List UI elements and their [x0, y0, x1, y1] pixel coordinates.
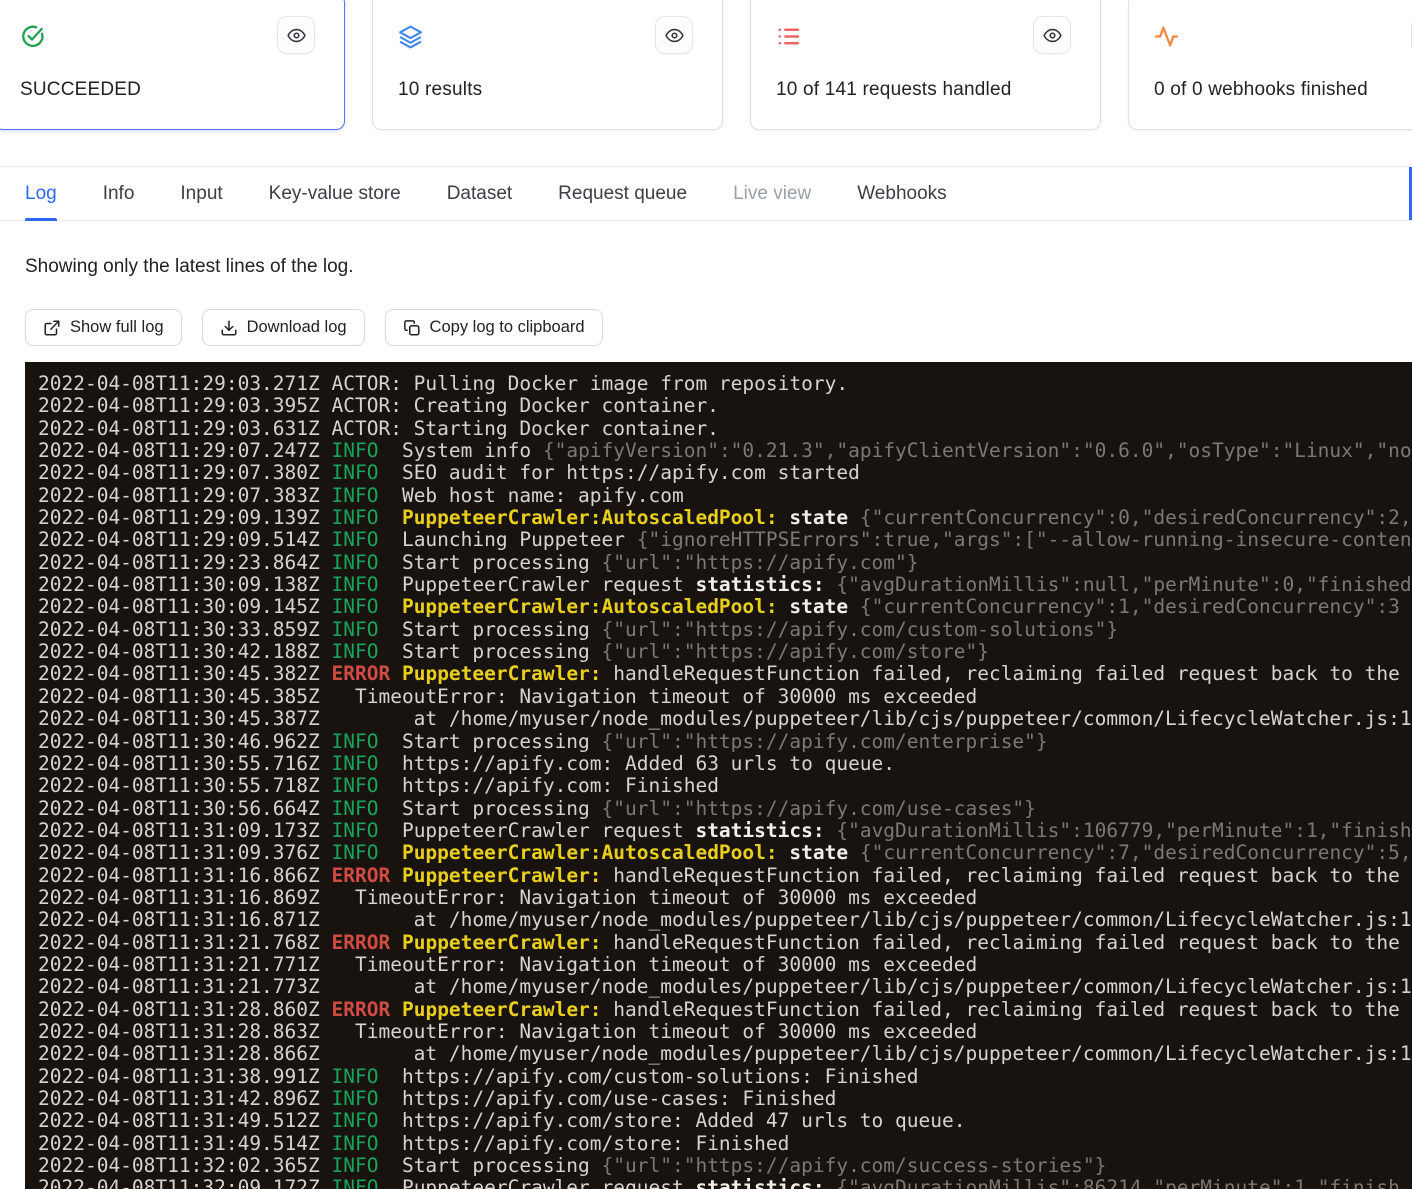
log-line: 2022-04-08T11:32:02.365Z INFO Start proc… — [38, 1155, 1412, 1177]
log-actions: Show full log Download log Copy log to cli… — [25, 309, 603, 346]
log-line: 2022-04-08T11:30:55.718Z INFO https://ap… — [38, 775, 1412, 797]
log-line: 2022-04-08T11:29:03.271Z ACTOR: Pulling … — [38, 373, 1412, 395]
tab-label: Live view — [733, 183, 811, 205]
log-line: 2022-04-08T11:30:55.716Z INFO https://ap… — [38, 753, 1412, 775]
tab-request-queue[interactable]: Request queue — [558, 167, 687, 220]
log-line: 2022-04-08T11:31:28.860Z ERROR Puppeteer… — [38, 999, 1412, 1021]
eye-icon — [1042, 25, 1063, 46]
show-full-log-button[interactable]: Show full log — [25, 309, 182, 346]
eye-button[interactable] — [655, 16, 693, 54]
eye-icon — [664, 25, 685, 46]
list-icon — [776, 24, 801, 49]
status-cards: SUCCEEDED 10 results 10 of 141 requests ha… — [0, 0, 1412, 130]
eye-button[interactable] — [1033, 16, 1071, 54]
log-line: 2022-04-08T11:31:16.869Z TimeoutError: N… — [38, 887, 1412, 909]
layers-icon — [398, 24, 423, 49]
tab-label: Input — [180, 183, 222, 205]
tab-log[interactable]: Log — [25, 167, 57, 220]
log-line: 2022-04-08T11:29:03.395Z ACTOR: Creating… — [38, 395, 1412, 417]
tab-key-value-store[interactable]: Key-value store — [269, 167, 401, 220]
log-line: 2022-04-08T11:29:09.514Z INFO Launching … — [38, 529, 1412, 551]
status-card-10-of-141-requests-handled[interactable]: 10 of 141 requests handled — [750, 0, 1101, 130]
copy-icon — [403, 319, 421, 337]
log-line: 2022-04-08T11:31:28.866Z at /home/myuser… — [38, 1043, 1412, 1065]
tab-label: Webhooks — [857, 183, 946, 205]
tab-webhooks[interactable]: Webhooks — [857, 167, 946, 220]
card-label: 0 of 0 webhooks finished — [1154, 79, 1368, 101]
log-line: 2022-04-08T11:31:09.376Z INFO PuppeteerC… — [38, 842, 1412, 864]
log-terminal[interactable]: 2022-04-08T11:29:03.271Z ACTOR: Pulling … — [25, 362, 1412, 1189]
log-line: 2022-04-08T11:31:21.768Z ERROR Puppeteer… — [38, 932, 1412, 954]
status-card-10-results[interactable]: 10 results — [372, 0, 723, 130]
eye-icon — [286, 25, 307, 46]
status-card-0-of-0-webhooks-finished[interactable]: 0 of 0 webhooks finished — [1128, 0, 1412, 130]
log-line: 2022-04-08T11:30:45.387Z at /home/myuser… — [38, 708, 1412, 730]
download-log-button[interactable]: Download log — [202, 309, 365, 346]
log-line: 2022-04-08T11:31:42.896Z INFO https://ap… — [38, 1088, 1412, 1110]
activity-icon — [1154, 24, 1179, 49]
log-line: 2022-04-08T11:31:49.514Z INFO https://ap… — [38, 1133, 1412, 1155]
card-label: SUCCEEDED — [20, 79, 141, 101]
log-line: 2022-04-08T11:30:33.859Z INFO Start proc… — [38, 619, 1412, 641]
button-label: Download log — [247, 318, 347, 337]
eye-button[interactable] — [277, 16, 315, 54]
log-line: 2022-04-08T11:29:09.139Z INFO PuppeteerC… — [38, 507, 1412, 529]
check-circle-icon — [20, 24, 45, 49]
log-line: 2022-04-08T11:30:56.664Z INFO Start proc… — [38, 798, 1412, 820]
active-tab-underline — [25, 218, 57, 221]
log-line: 2022-04-08T11:31:28.863Z TimeoutError: N… — [38, 1021, 1412, 1043]
log-line: 2022-04-08T11:29:03.631Z ACTOR: Starting… — [38, 418, 1412, 440]
log-line: 2022-04-08T11:31:38.991Z INFO https://ap… — [38, 1066, 1412, 1088]
log-line: 2022-04-08T11:29:23.864Z INFO Start proc… — [38, 552, 1412, 574]
log-line: 2022-04-08T11:31:16.866Z ERROR Puppeteer… — [38, 865, 1412, 887]
log-line: 2022-04-08T11:30:46.962Z INFO Start proc… — [38, 731, 1412, 753]
log-note: Showing only the latest lines of the log… — [25, 256, 353, 278]
log-line: 2022-04-08T11:32:09.172Z INFO PuppeteerC… — [38, 1177, 1412, 1189]
tab-label: Dataset — [447, 183, 512, 205]
log-line: 2022-04-08T11:31:49.512Z INFO https://ap… — [38, 1110, 1412, 1132]
tab-live-view: Live view — [733, 167, 811, 220]
external-link-icon — [43, 319, 61, 337]
log-line: 2022-04-08T11:29:07.380Z INFO SEO audit … — [38, 462, 1412, 484]
log-line: 2022-04-08T11:31:21.771Z TimeoutError: N… — [38, 954, 1412, 976]
download-icon — [220, 319, 238, 337]
card-label: 10 of 141 requests handled — [776, 79, 1012, 101]
log-line: 2022-04-08T11:30:45.385Z TimeoutError: N… — [38, 686, 1412, 708]
log-line: 2022-04-08T11:29:07.383Z INFO Web host n… — [38, 485, 1412, 507]
log-line: 2022-04-08T11:30:09.145Z INFO PuppeteerC… — [38, 596, 1412, 618]
log-line: 2022-04-08T11:30:42.188Z INFO Start proc… — [38, 641, 1412, 663]
card-label: 10 results — [398, 79, 482, 101]
button-label: Show full log — [70, 318, 164, 337]
tab-label: Info — [103, 183, 135, 205]
tab-label: Request queue — [558, 183, 687, 205]
tab-label: Key-value store — [269, 183, 401, 205]
tab-info[interactable]: Info — [103, 167, 135, 220]
tab-label: Log — [25, 183, 57, 205]
log-line: 2022-04-08T11:30:45.382Z ERROR Puppeteer… — [38, 663, 1412, 685]
tab-bar: Log Info Input Key-value store Dataset Reques… — [0, 166, 1412, 221]
button-label: Copy log to clipboard — [430, 318, 585, 337]
log-line: 2022-04-08T11:31:21.773Z at /home/myuser… — [38, 976, 1412, 998]
tab-input[interactable]: Input — [180, 167, 222, 220]
log-line: 2022-04-08T11:29:07.247Z INFO System inf… — [38, 440, 1412, 462]
tab-dataset[interactable]: Dataset — [447, 167, 512, 220]
status-card-succeeded[interactable]: SUCCEEDED — [0, 0, 345, 130]
log-line: 2022-04-08T11:31:09.173Z INFO PuppeteerC… — [38, 820, 1412, 842]
log-line: 2022-04-08T11:31:16.871Z at /home/myuser… — [38, 909, 1412, 931]
copy-log-to-clipboard-button[interactable]: Copy log to clipboard — [385, 309, 603, 346]
log-line: 2022-04-08T11:30:09.138Z INFO PuppeteerC… — [38, 574, 1412, 596]
